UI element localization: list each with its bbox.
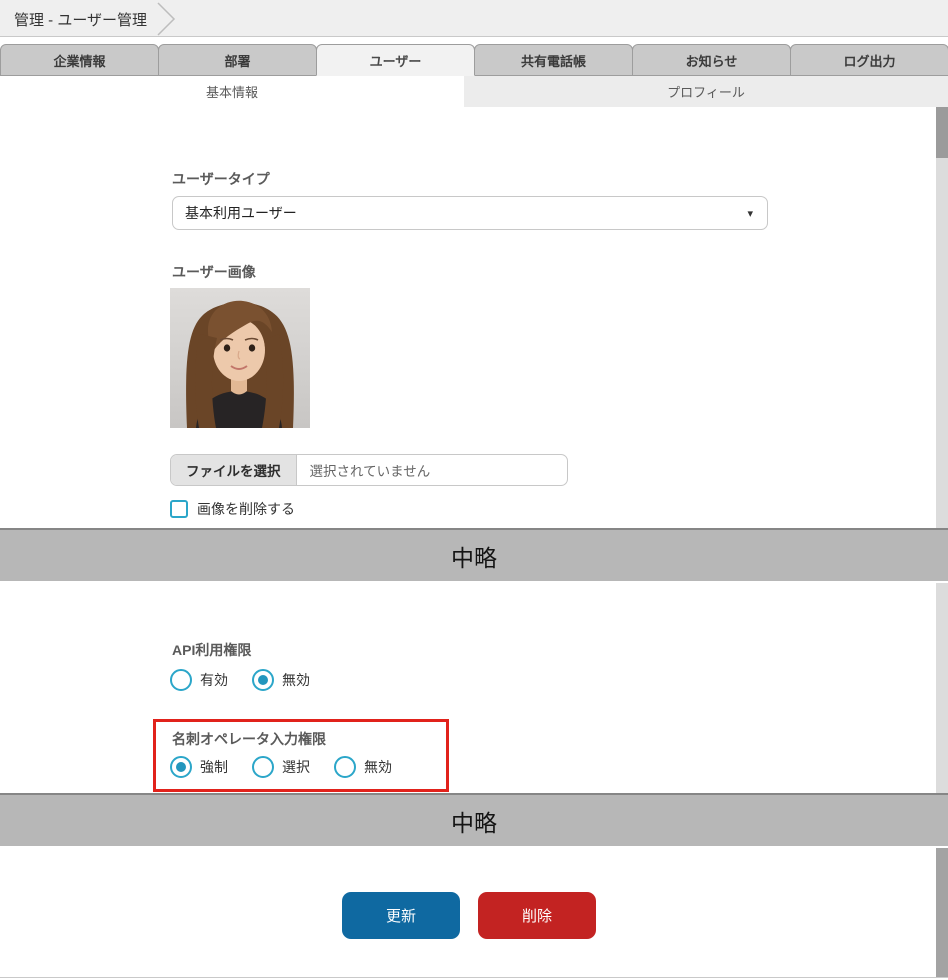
user-type-select[interactable]: 基本利用ユーザー ▾ [172, 196, 768, 230]
tab-shared-phonebook[interactable]: 共有電話帳 [474, 44, 633, 76]
main-tab-bar: 企業情報 部署 ユーザー 共有電話帳 お知らせ ログ出力 [0, 44, 948, 76]
tab-company-info[interactable]: 企業情報 [0, 44, 159, 76]
page-header: 管理 - ユーザー管理 [0, 0, 948, 37]
tab-notice[interactable]: お知らせ [632, 44, 791, 76]
user-image-label: ユーザー画像 [172, 262, 256, 282]
tab-user[interactable]: ユーザー [316, 44, 475, 76]
update-button[interactable]: 更新 [342, 892, 460, 939]
breadcrumb-chevron-icon [156, 2, 178, 36]
radio-label: 強制 [200, 757, 228, 777]
delete-button[interactable]: 削除 [478, 892, 596, 939]
user-type-label: ユーザータイプ [172, 169, 270, 189]
radio-label: 無効 [282, 670, 310, 690]
image-file-input: ファイルを選択 選択されていません [170, 454, 568, 486]
radio-button[interactable] [170, 669, 192, 691]
vertical-scrollbar-thumb[interactable] [936, 107, 948, 158]
user-type-value: 基本利用ユーザー [185, 203, 297, 223]
subtab-profile[interactable]: プロフィール [464, 76, 948, 107]
tab-department[interactable]: 部署 [158, 44, 317, 76]
radio-api-disabled[interactable]: 無効 [252, 669, 310, 691]
radio-label: 無効 [364, 757, 392, 777]
api-permission-label: API利用権限 [172, 640, 251, 660]
omitted-band-label: 中略 [451, 539, 497, 573]
subtab-basic-info[interactable]: 基本情報 [0, 76, 464, 107]
sub-tab-bar: 基本情報 プロフィール [0, 76, 948, 107]
chevron-down-icon: ▾ [747, 207, 753, 220]
vertical-scrollbar-track[interactable] [936, 158, 948, 528]
bottom-border [0, 977, 948, 978]
user-photo [170, 288, 310, 428]
radio-operator-disabled[interactable]: 無効 [334, 756, 392, 778]
breadcrumb: 管理 - ユーザー管理 [14, 9, 147, 30]
radio-button[interactable] [252, 669, 274, 691]
vertical-scrollbar-track[interactable] [936, 583, 948, 793]
tab-log-export[interactable]: ログ出力 [790, 44, 948, 76]
radio-label: 有効 [200, 670, 228, 690]
delete-image-checkbox[interactable] [170, 500, 188, 518]
omitted-band-label: 中略 [451, 804, 497, 838]
api-permission-options: 有効 無効 [170, 669, 334, 691]
radio-button[interactable] [334, 756, 356, 778]
card-operator-permission-options: 強制 選択 無効 [170, 756, 416, 778]
omitted-band: 中略 [0, 528, 948, 581]
radio-button[interactable] [252, 756, 274, 778]
radio-operator-forced[interactable]: 強制 [170, 756, 228, 778]
delete-image-row: 画像を削除する [170, 499, 295, 519]
radio-button[interactable] [170, 756, 192, 778]
vertical-scrollbar-segment[interactable] [936, 848, 948, 977]
choose-file-button[interactable]: ファイルを選択 [171, 455, 297, 485]
omitted-band: 中略 [0, 793, 948, 846]
delete-image-label: 画像を削除する [197, 499, 295, 519]
file-status-text: 選択されていません [297, 455, 431, 485]
radio-label: 選択 [282, 757, 310, 777]
radio-operator-select[interactable]: 選択 [252, 756, 310, 778]
card-operator-permission-label: 名刺オペレータ入力権限 [172, 729, 326, 749]
radio-api-enabled[interactable]: 有効 [170, 669, 228, 691]
